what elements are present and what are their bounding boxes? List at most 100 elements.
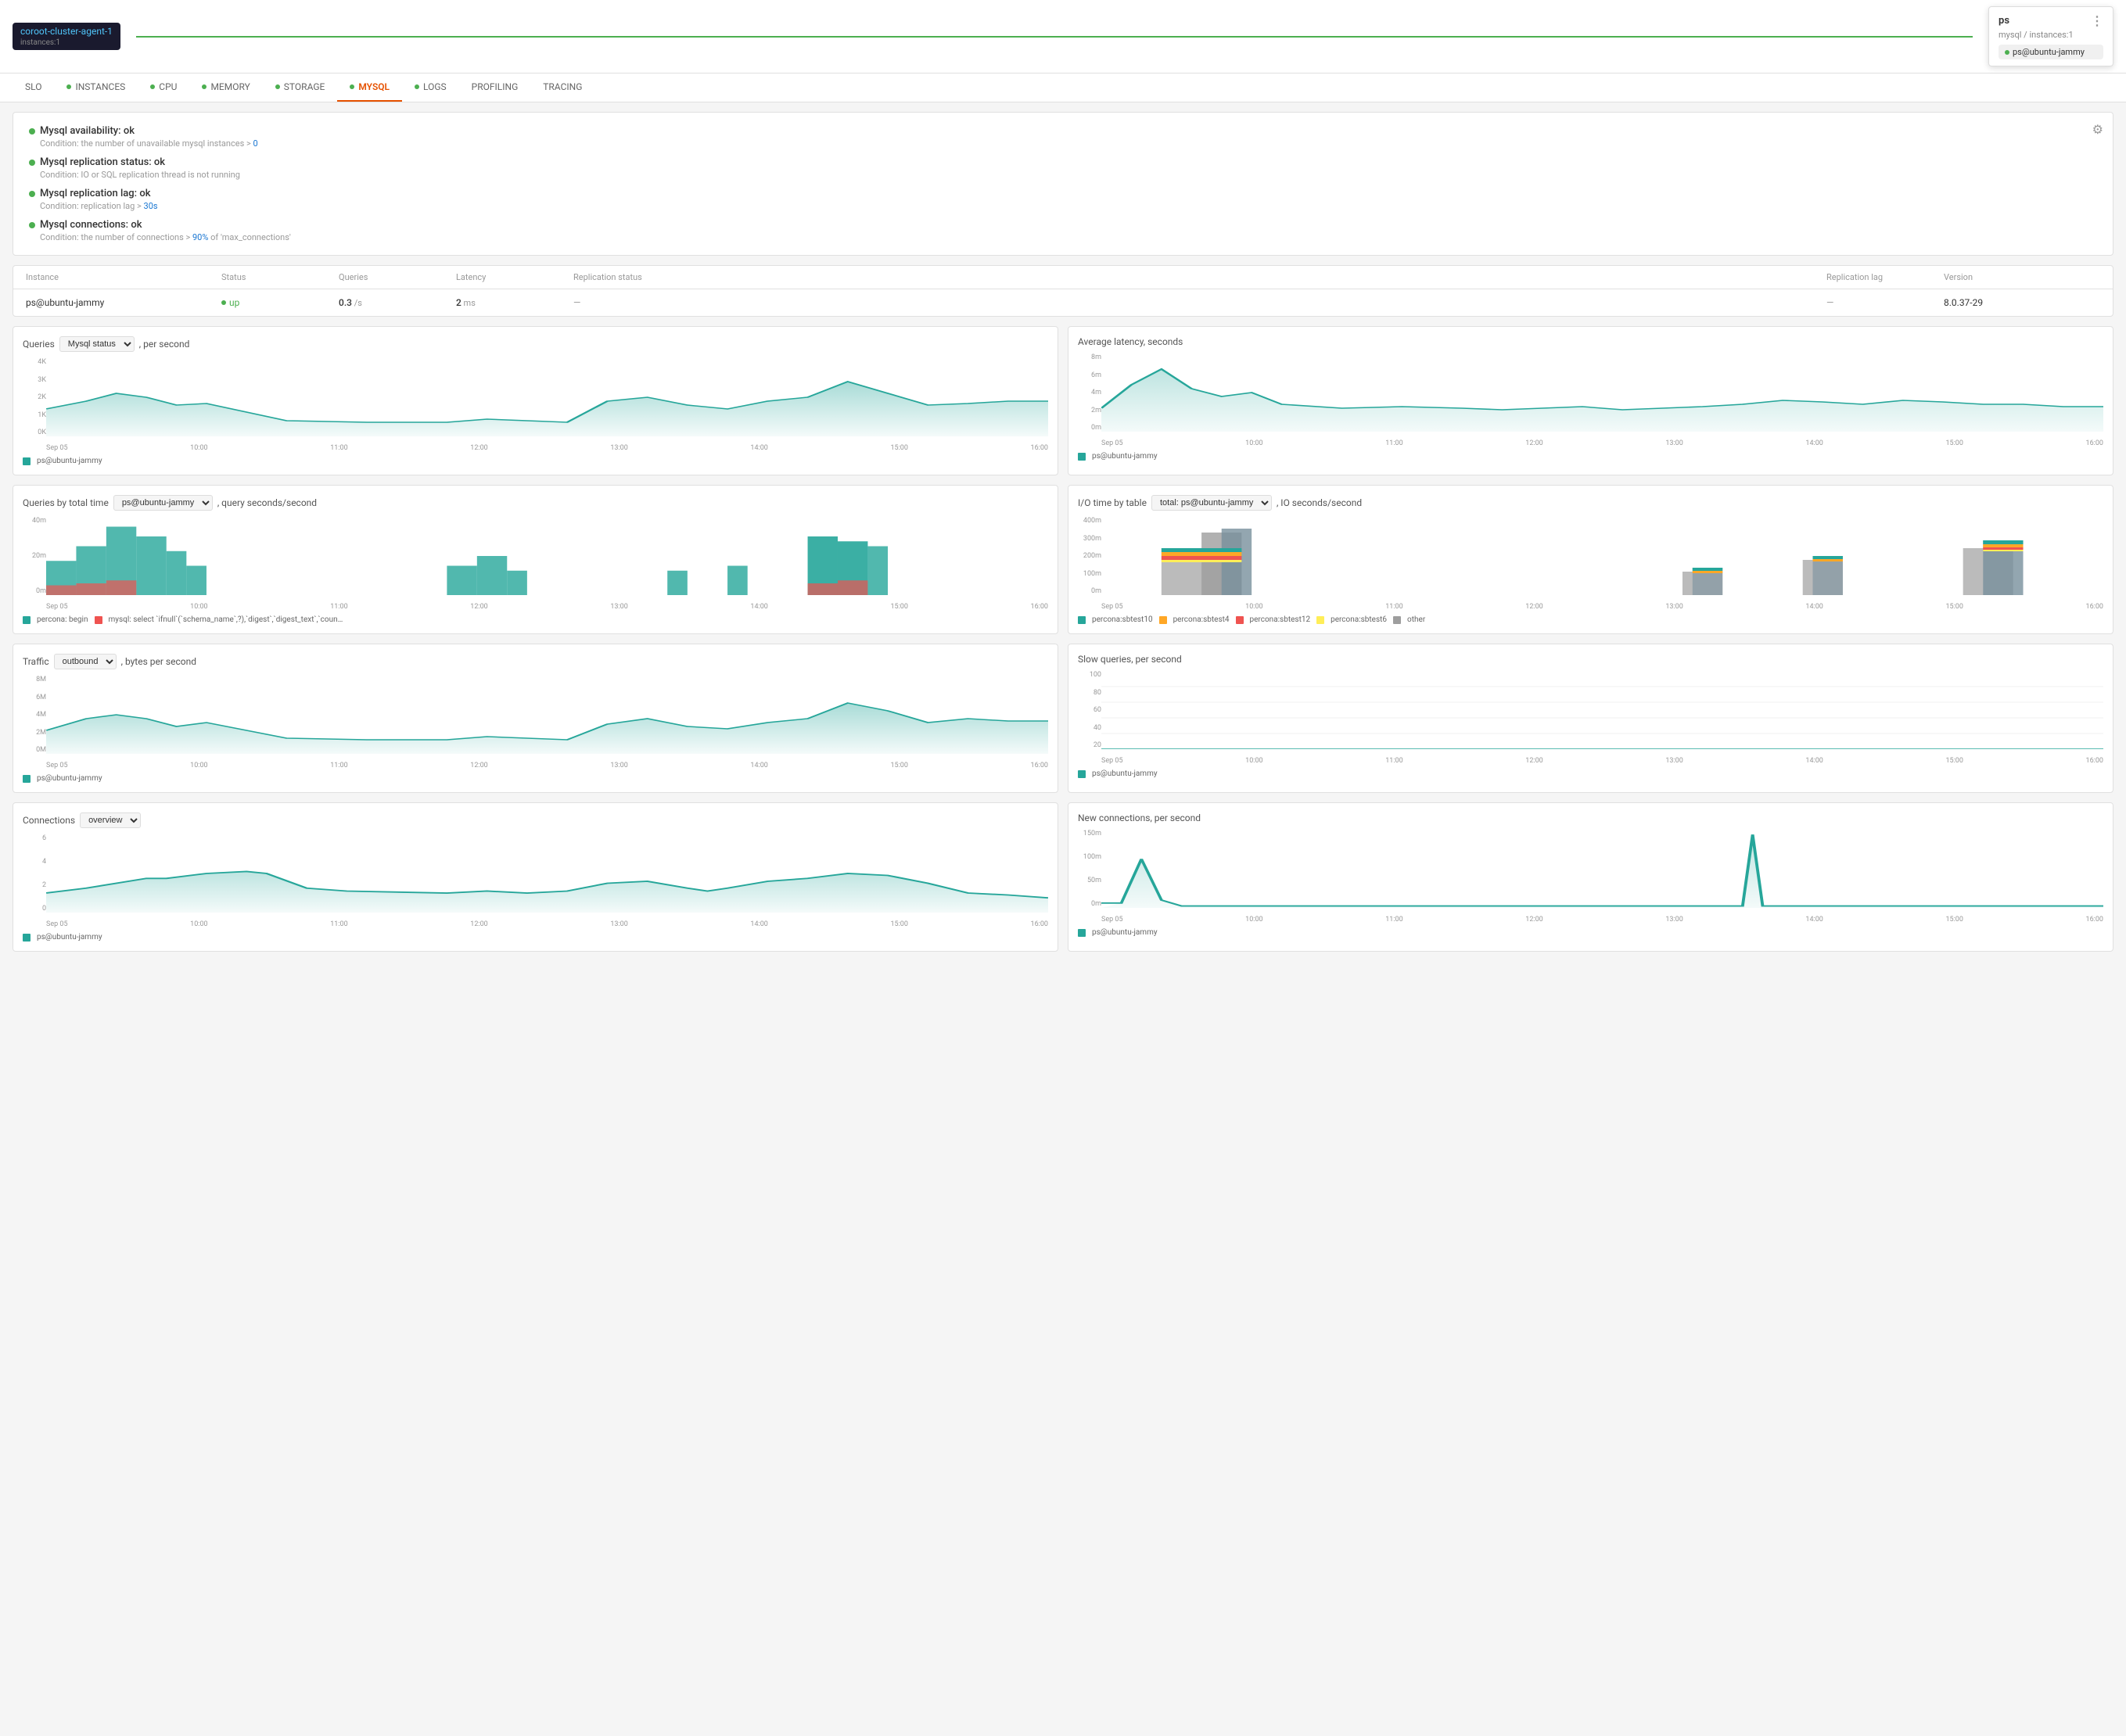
chart-io-time-yaxis: 400m300m200m100m0m: [1078, 517, 1101, 595]
charts-grid: Queries Mysql status , per second 4K3K2K…: [13, 326, 2113, 952]
chart-queries-total-dropdown[interactable]: ps@ubuntu-jammy: [113, 495, 213, 511]
chart-io-time-area: 400m300m200m100m0m: [1078, 517, 2103, 611]
chart-queries-total-subtitle: , query seconds/second: [217, 497, 317, 508]
chart-traffic-dropdown[interactable]: outbound: [54, 654, 117, 669]
chart-slow-queries: Slow queries, per second 10080604020 Sep…: [1068, 644, 2113, 793]
chart-io-time: I/O time by table total: ps@ubuntu-jammy…: [1068, 485, 2113, 634]
tab-logs[interactable]: LOGS: [402, 74, 459, 102]
legend-box-io2: [1159, 616, 1167, 624]
instance-chip[interactable]: ps@ubuntu-jammy: [1999, 45, 2103, 59]
instance-status-dot: [2005, 50, 2009, 55]
nav-tabs: SLO INSTANCES CPU MEMORY STORAGE MYSQL L…: [0, 74, 2126, 102]
chart-io-time-inner: [1101, 517, 2103, 595]
chart-avg-latency-legend: ps@ubuntu-jammy: [1078, 452, 2103, 461]
alert-replication-lag: Mysql replication lag: ok Condition: rep…: [29, 188, 2097, 211]
legend-box-co: [23, 934, 31, 942]
legend-box-io3: [1236, 616, 1244, 624]
tab-slo[interactable]: SLO: [13, 74, 54, 102]
cell-version: 8.0.37-29: [1944, 297, 2100, 308]
chart-new-connections-area: 150m100m50m0m Sep 0510:0011:0012:0013:00…: [1078, 830, 2103, 924]
col-replication-status: Replication status: [573, 272, 1826, 282]
tab-profiling-label: PROFILING: [472, 81, 519, 92]
popup-box: ps ⋮ mysql / instances:1 ps@ubuntu-jammy: [1988, 6, 2113, 66]
popup-menu-icon[interactable]: ⋮: [2091, 13, 2103, 28]
tab-logs-label: LOGS: [423, 81, 447, 92]
tab-profiling[interactable]: PROFILING: [459, 74, 531, 102]
alert-availability-title: Mysql availability: ok: [29, 125, 2097, 137]
tab-tracing-label: TRACING: [543, 81, 582, 92]
col-status: Status: [221, 272, 339, 282]
alert-availability-link[interactable]: 0: [253, 138, 257, 149]
alert-replication-lag-link[interactable]: 30s: [144, 201, 158, 211]
chart-connections: Connections overview 6420 Sep 0510:0011:…: [13, 802, 1058, 952]
legend-label-io4: percona:sbtest6: [1331, 615, 1387, 624]
chart-slow-queries-yaxis: 10080604020: [1078, 671, 1101, 749]
alert-connections-label: Mysql connections: ok: [40, 219, 142, 231]
alert-availability-condition: Condition: the number of unavailable mys…: [40, 138, 2097, 149]
chart-traffic-subtitle: , bytes per second: [121, 656, 196, 667]
alert-connections-title: Mysql connections: ok: [29, 219, 2097, 231]
chart-new-connections-xaxis: Sep 0510:0011:0012:0013:0014:0015:0016:0…: [1101, 916, 2103, 924]
chart-slow-queries-inner: [1101, 671, 2103, 749]
legend-label-qt1: percona: begin: [37, 615, 88, 624]
legend-box-nc: [1078, 929, 1086, 937]
tab-memory-label: MEMORY: [210, 81, 250, 92]
chart-avg-latency: Average latency, seconds 8m6m4m2m0m Sep …: [1068, 326, 2113, 475]
legend-label-io2: percona:sbtest4: [1173, 615, 1230, 624]
chart-io-time-dropdown[interactable]: total: ps@ubuntu-jammy: [1151, 495, 1272, 511]
alerts-section: ⚙ Mysql availability: ok Condition: the …: [13, 112, 2113, 256]
alert-connections: Mysql connections: ok Condition: the num…: [29, 219, 2097, 242]
popup-subtitle: mysql / instances:1: [1999, 30, 2103, 40]
table-header: Instance Status Queries Latency Replicat…: [13, 266, 2113, 289]
tab-cpu-dot: [150, 84, 155, 89]
legend-box-io5: [1393, 616, 1401, 624]
cluster-badge[interactable]: coroot-cluster-agent-1 instances:1: [13, 23, 120, 50]
legend-box-sq: [1078, 770, 1086, 778]
chart-queries-total-label: Queries by total time: [23, 497, 109, 508]
tab-storage-label: STORAGE: [284, 81, 325, 92]
chart-traffic-area: 8M6M4M2M0M Sep 0510:0011:0012:0013:0014:…: [23, 676, 1048, 769]
col-version: Version: [1944, 272, 2100, 282]
alert-replication-status-label: Mysql replication status: ok: [40, 156, 165, 168]
chart-traffic-legend: ps@ubuntu-jammy: [23, 774, 1048, 783]
tab-memory[interactable]: MEMORY: [189, 74, 262, 102]
tab-cpu[interactable]: CPU: [138, 74, 189, 102]
chart-queries-legend: ps@ubuntu-jammy: [23, 457, 1048, 465]
chart-avg-latency-label: Average latency, seconds: [1078, 336, 1183, 347]
tab-mysql-label: MYSQL: [358, 81, 390, 92]
legend-label-tr: ps@ubuntu-jammy: [37, 774, 102, 783]
chart-queries-total-title: Queries by total time ps@ubuntu-jammy , …: [23, 495, 1048, 511]
chart-slow-queries-xaxis: Sep 0510:0011:0012:0013:0014:0015:0016:0…: [1101, 757, 2103, 765]
alert-connections-link[interactable]: 90%: [192, 232, 208, 242]
chart-connections-xaxis: Sep 0510:0011:0012:0013:0014:0015:0016:0…: [46, 920, 1048, 928]
cluster-name: coroot-cluster-agent-1: [20, 26, 113, 37]
tab-storage[interactable]: STORAGE: [263, 74, 338, 102]
chart-queries-dropdown[interactable]: Mysql status: [59, 336, 135, 352]
legend-box: [23, 457, 31, 465]
chart-avg-latency-title: Average latency, seconds: [1078, 336, 2103, 347]
chart-traffic-xaxis: Sep 0510:0011:0012:0013:0014:0015:0016:0…: [46, 762, 1048, 769]
col-instance: Instance: [26, 272, 221, 282]
alert-availability-dot: [29, 128, 35, 135]
chart-io-time-subtitle: , IO seconds/second: [1277, 497, 1362, 508]
chart-traffic-title: Traffic outbound , bytes per second: [23, 654, 1048, 669]
col-queries: Queries: [339, 272, 456, 282]
legend-box-al: [1078, 453, 1086, 461]
chart-new-connections-svg: [1101, 830, 2103, 908]
tab-memory-dot: [202, 84, 206, 89]
chart-queries-label: Queries: [23, 339, 55, 350]
chart-connections-dropdown[interactable]: overview: [80, 812, 141, 828]
gear-icon[interactable]: ⚙: [2092, 122, 2103, 137]
tab-instances[interactable]: INSTANCES: [54, 74, 138, 102]
tab-tracing[interactable]: TRACING: [530, 74, 594, 102]
legend-label-al: ps@ubuntu-jammy: [1092, 452, 1158, 461]
cell-latency: 2 ms: [456, 297, 573, 308]
legend-box-tr: [23, 775, 31, 783]
alert-replication-lag-dot: [29, 191, 35, 197]
tab-instances-label: INSTANCES: [75, 81, 125, 92]
legend-label-io3: percona:sbtest12: [1250, 615, 1311, 624]
legend-label-io5: other: [1407, 615, 1425, 624]
alert-replication-status-condition: Condition: IO or SQL replication thread …: [40, 170, 2097, 180]
chart-queries-total: Queries by total time ps@ubuntu-jammy , …: [13, 485, 1058, 634]
tab-mysql[interactable]: MYSQL: [337, 74, 402, 102]
